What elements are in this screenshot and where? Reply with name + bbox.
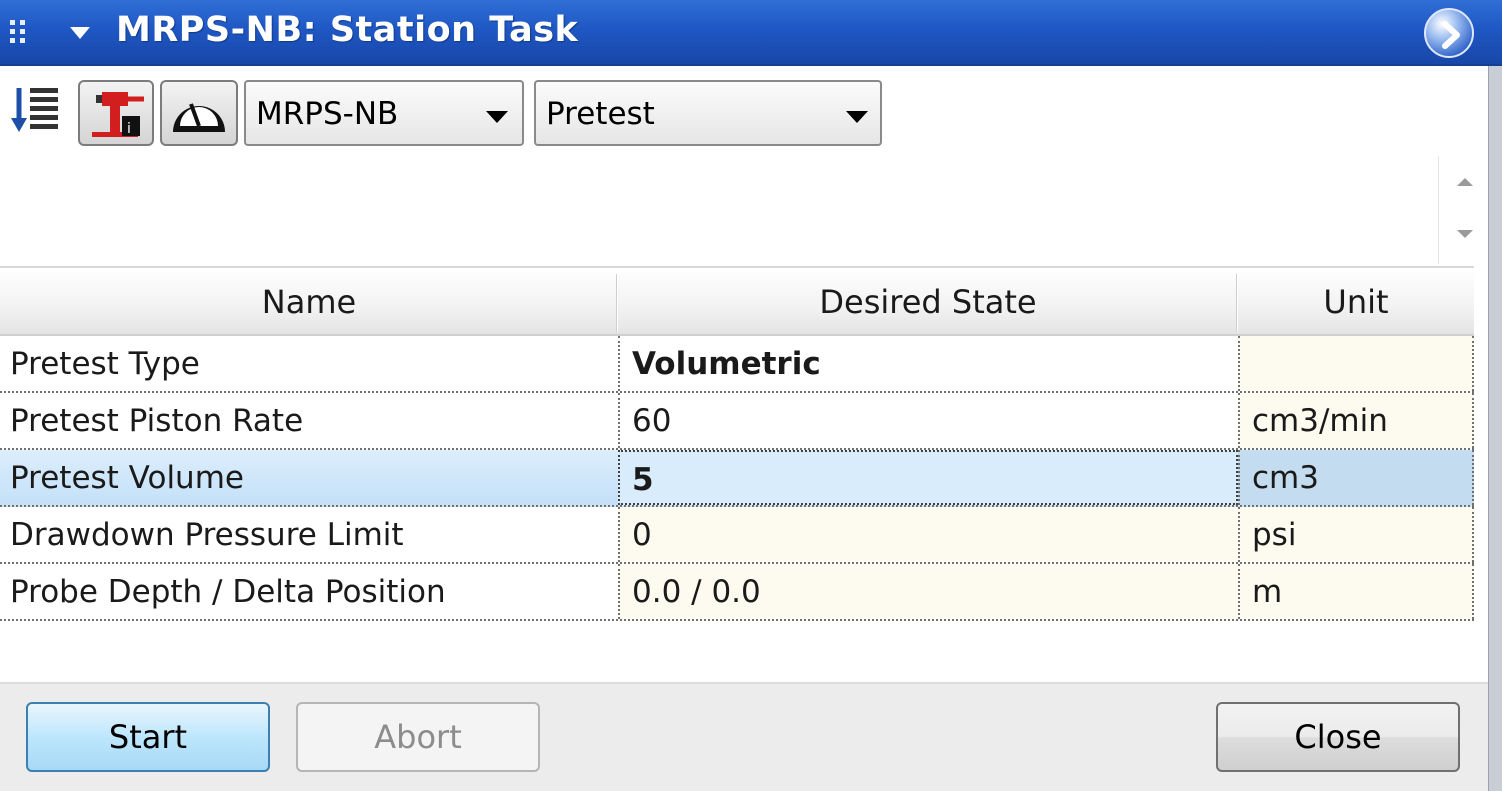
column-header-desired-state[interactable]: Desired State — [618, 268, 1238, 336]
title-bar: MRPS-NB: Station Task — [0, 0, 1502, 66]
row-unit: cm3 — [1238, 450, 1474, 505]
expand-circle-icon[interactable] — [1424, 8, 1474, 58]
table-row[interactable]: Pretest Piston Rate 60 cm3/min — [0, 393, 1474, 450]
valve-button[interactable]: i — [78, 80, 154, 146]
row-name: Pretest Piston Rate — [10, 403, 304, 439]
station-select-value: MRPS-NB — [256, 96, 399, 132]
collapse-arrow-icon[interactable] — [70, 27, 90, 39]
abort-button[interactable]: Abort — [296, 702, 540, 772]
row-unit: m — [1238, 564, 1474, 619]
row-desired-state: 0 — [618, 507, 1238, 562]
scroll-down-icon[interactable] — [1457, 230, 1473, 238]
row-name: Pretest Type — [10, 346, 200, 382]
row-desired-state[interactable]: 60 — [618, 393, 1238, 448]
table-row[interactable]: Probe Depth / Delta Position 0.0 / 0.0 m — [0, 564, 1474, 621]
gauge-icon — [173, 103, 225, 132]
row-desired-state: 0.0 / 0.0 — [618, 564, 1238, 619]
row-name: Pretest Volume — [0, 450, 618, 505]
table-row[interactable]: Pretest Type Volumetric — [0, 336, 1474, 393]
svg-text:i: i — [127, 121, 131, 137]
scroll-up-icon[interactable] — [1457, 178, 1473, 186]
chevron-down-icon — [846, 111, 868, 123]
column-header-name[interactable]: Name — [0, 268, 618, 336]
row-name: Drawdown Pressure Limit — [10, 517, 404, 553]
table-row[interactable]: Drawdown Pressure Limit 0 psi — [0, 507, 1474, 564]
task-mode-select[interactable]: Pretest — [534, 80, 882, 146]
table-row-selected[interactable]: Pretest Volume 5 cm3 — [0, 450, 1474, 507]
chevron-down-icon — [486, 111, 508, 123]
row-unit: psi — [1238, 507, 1474, 562]
sort-list-icon[interactable] — [8, 82, 62, 138]
window-right-border — [1488, 66, 1502, 791]
grip-icon[interactable] — [10, 20, 32, 48]
station-select[interactable]: MRPS-NB — [244, 80, 524, 146]
table-header: Name Desired State Unit — [0, 266, 1474, 336]
row-unit: cm3/min — [1238, 393, 1474, 448]
row-name: Probe Depth / Delta Position — [10, 574, 446, 610]
valve-icon: i — [92, 92, 144, 137]
gauge-button[interactable] — [160, 80, 238, 146]
row-desired-state[interactable]: Volumetric — [618, 336, 1238, 391]
close-button[interactable]: Close — [1216, 702, 1460, 772]
task-mode-select-value: Pretest — [546, 96, 655, 132]
window-title: MRPS-NB: Station Task — [116, 10, 579, 50]
toolbar-scrollbar[interactable] — [1438, 156, 1488, 264]
row-desired-state[interactable]: 5 — [618, 450, 1238, 505]
column-header-unit[interactable]: Unit — [1238, 268, 1474, 336]
start-button[interactable]: Start — [26, 702, 270, 772]
row-unit — [1238, 336, 1474, 391]
